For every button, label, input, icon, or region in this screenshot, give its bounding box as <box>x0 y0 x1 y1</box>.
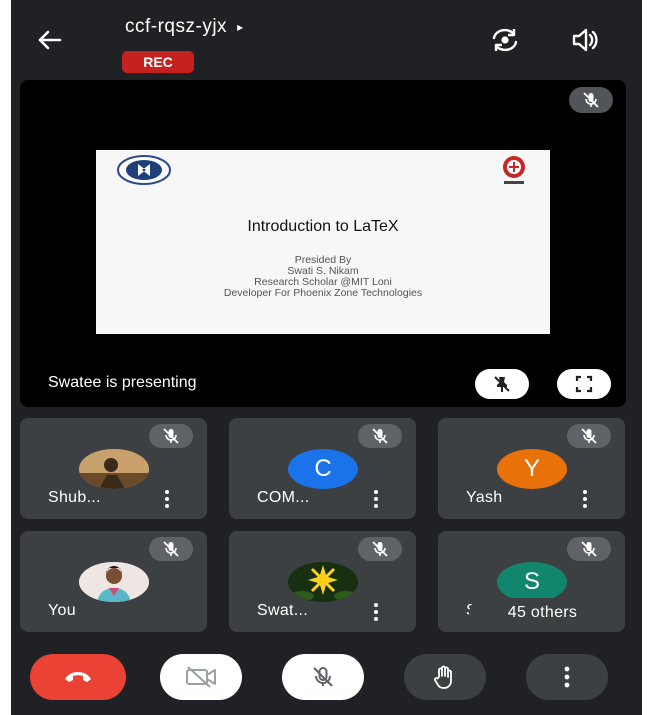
participant-mic-off-icon <box>149 424 193 448</box>
presenting-label: Swatee is presenting <box>48 374 197 391</box>
others-count[interactable]: 45 others <box>469 598 616 628</box>
meet-screen: ccf-rqsz-yjx ▸ REC Introduction to LaTeX… <box>11 0 642 715</box>
participant-name: Yash <box>466 489 503 506</box>
fullscreen-icon <box>575 375 593 393</box>
participant-name: Shub... <box>48 489 101 506</box>
participant-mic-off-icon <box>149 537 193 561</box>
recording-badge: REC <box>122 51 194 73</box>
switch-camera-icon[interactable] <box>488 24 522 56</box>
participant-tile[interactable]: Shub... <box>20 418 207 519</box>
participant-avatar <box>288 562 358 602</box>
back-arrow-icon[interactable] <box>33 24 65 56</box>
meeting-info-caret-icon[interactable]: ▸ <box>237 20 243 34</box>
more-options-button[interactable] <box>526 654 608 700</box>
participant-more-icon[interactable] <box>366 488 386 510</box>
participant-mic-off-icon <box>358 424 402 448</box>
participant-tile[interactable]: Y Yash <box>438 418 625 519</box>
participant-more-icon[interactable] <box>157 488 177 510</box>
camera-off-icon <box>186 666 216 688</box>
participant-avatar: C <box>288 449 358 489</box>
shared-slide: Introduction to LaTeX Presided By Swati … <box>96 150 550 334</box>
participant-mic-off-icon <box>567 537 611 561</box>
unpin-button[interactable] <box>475 369 529 399</box>
participant-mic-off-icon <box>358 537 402 561</box>
participant-avatar: S <box>497 562 567 602</box>
institute-logo-icon <box>116 154 172 186</box>
raise-hand-button[interactable] <box>404 654 486 700</box>
slide-line: Developer For Phoenix Zone Technologies <box>223 287 423 299</box>
presentation-stage[interactable]: Introduction to LaTeX Presided By Swati … <box>20 80 626 407</box>
mic-toggle-button[interactable] <box>282 654 364 700</box>
participant-avatar: Y <box>497 449 567 489</box>
speaker-icon[interactable] <box>568 24 602 56</box>
unpin-icon <box>494 376 510 392</box>
participant-more-icon[interactable] <box>575 488 595 510</box>
end-call-button[interactable] <box>30 654 126 700</box>
meeting-title[interactable]: ccf-rqsz-yjx ▸ <box>125 16 243 38</box>
participant-name: COM... <box>257 489 310 506</box>
raise-hand-icon <box>434 665 452 689</box>
university-emblem-icon <box>498 154 530 188</box>
participant-name: You <box>48 602 76 619</box>
stage-mic-off-icon <box>569 87 613 113</box>
participant-mic-off-icon <box>567 424 611 448</box>
participant-tile[interactable]: Swat... <box>229 531 416 632</box>
participant-name: Swat... <box>257 602 309 619</box>
participant-tile[interactable]: You <box>20 531 207 632</box>
participant-more-icon[interactable] <box>366 601 386 623</box>
more-vert-icon <box>564 666 570 688</box>
meeting-code: ccf-rqsz-yjx <box>125 16 228 37</box>
camera-toggle-button[interactable] <box>160 654 242 700</box>
participant-tile[interactable]: C COM... <box>229 418 416 519</box>
mic-off-icon <box>313 667 333 687</box>
slide-title: Introduction to LaTeX <box>247 218 399 235</box>
end-call-icon <box>65 672 91 682</box>
participant-avatar <box>79 562 149 602</box>
fullscreen-button[interactable] <box>557 369 611 399</box>
participant-avatar <box>79 449 149 489</box>
